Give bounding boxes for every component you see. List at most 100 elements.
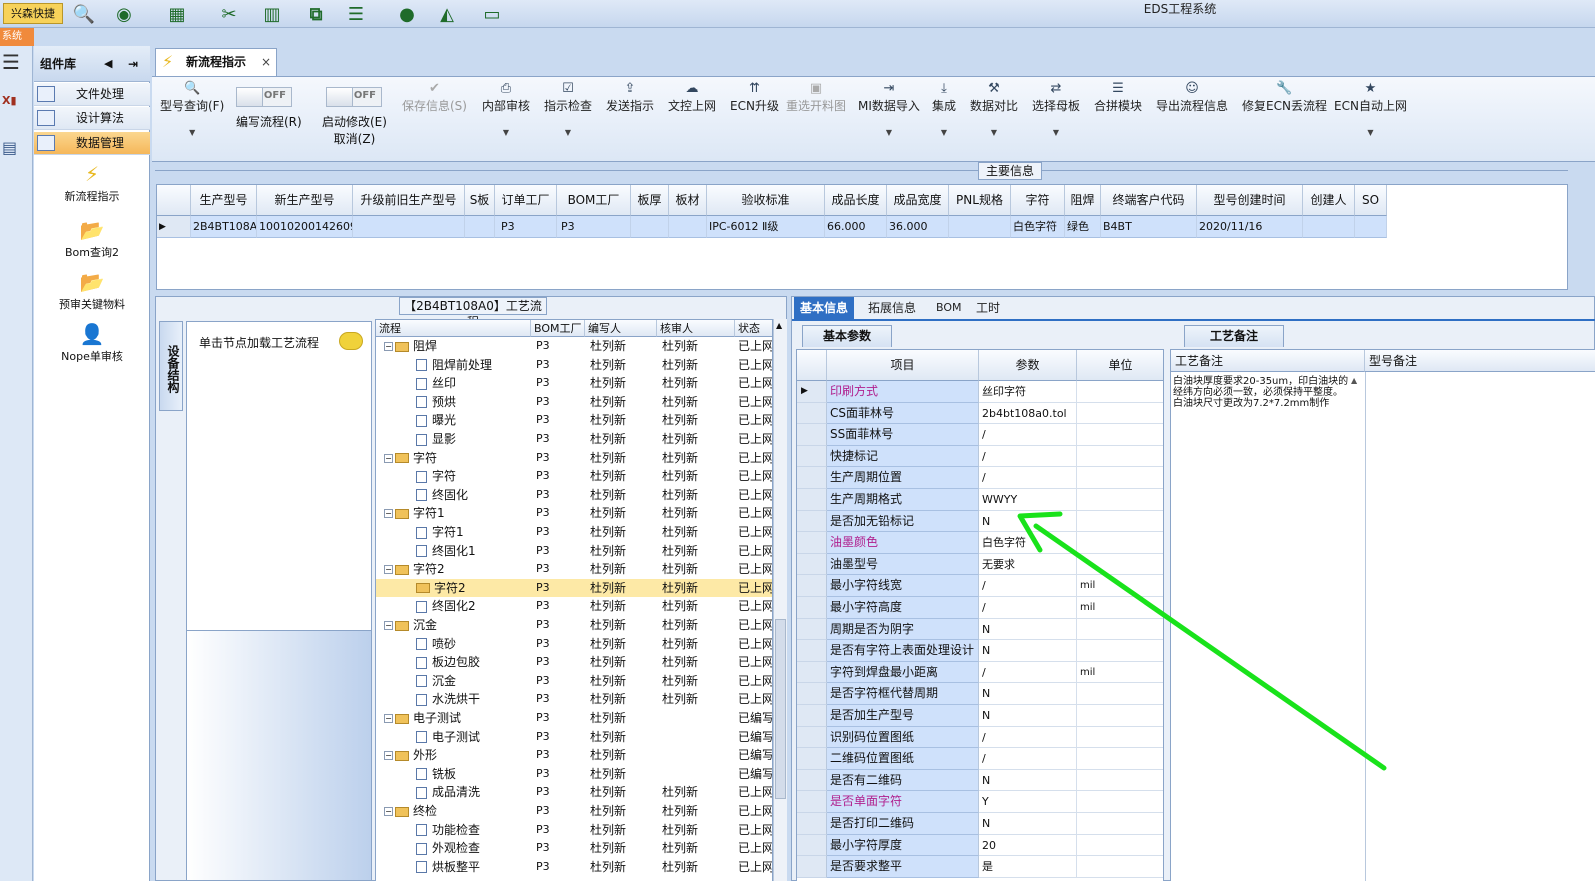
param-row[interactable]: 是否打印二维码 N bbox=[797, 813, 1163, 835]
edit-flow-toggle[interactable]: OFF 编写流程(R) bbox=[236, 87, 302, 130]
param-row[interactable]: ▶ 印刷方式 丝印字符 bbox=[797, 381, 1163, 403]
param-row[interactable]: 生产周期位置 / bbox=[797, 467, 1163, 489]
param-row[interactable]: 最小字符线宽 / mil bbox=[797, 575, 1163, 597]
row-header[interactable] bbox=[797, 575, 827, 597]
tree-row[interactable]: 阻焊前处理 P3 杜列新 杜列新 已上网 bbox=[376, 356, 772, 375]
param-row[interactable]: SS面菲林号 / bbox=[797, 424, 1163, 446]
tree-row[interactable]: 曝光 P3 杜列新 杜列新 已上网 bbox=[376, 411, 772, 430]
column-header[interactable]: 板材 bbox=[669, 185, 707, 216]
tree-node-name[interactable]: 电子测试 bbox=[376, 728, 531, 746]
param-value[interactable]: 是 bbox=[979, 856, 1077, 878]
param-value[interactable]: Y bbox=[979, 791, 1077, 813]
dropdown-arrow-icon[interactable]: ▼ bbox=[482, 128, 530, 137]
param-row[interactable]: 生产周期格式 WWYY bbox=[797, 489, 1163, 511]
param-value[interactable]: 2b4bt108a0.tol bbox=[979, 402, 1077, 425]
nav-new-flow-instruction[interactable]: ⚡ 新流程指示 bbox=[34, 160, 150, 204]
model-query-button[interactable]: 🔍 型号查询(F) ▼ bbox=[160, 81, 224, 137]
table-cell[interactable] bbox=[353, 216, 465, 238]
tab-process-notes[interactable]: 工艺备注 bbox=[1184, 325, 1284, 347]
tree-row[interactable]: − 阻焊 P3 杜列新 杜列新 已上网 bbox=[376, 337, 772, 356]
row-header[interactable] bbox=[797, 813, 827, 835]
param-value[interactable]: N bbox=[979, 769, 1077, 792]
column-header[interactable]: 板厚 bbox=[631, 185, 669, 216]
row-header[interactable] bbox=[797, 683, 827, 705]
dropdown-arrow-icon[interactable]: ▼ bbox=[858, 128, 920, 137]
column-header[interactable]: 参数 bbox=[979, 350, 1077, 381]
column-header[interactable]: 字符 bbox=[1011, 185, 1065, 216]
column-header[interactable]: S板 bbox=[465, 185, 495, 216]
collapse-icon[interactable]: − bbox=[384, 807, 393, 816]
tree-row[interactable]: − 电子测试 P3 杜列新 已编写 bbox=[376, 709, 772, 728]
nav-item-file-processing[interactable]: 文件处理 bbox=[34, 83, 150, 106]
row-header[interactable] bbox=[797, 489, 827, 511]
table-cell[interactable]: 66.000 bbox=[825, 216, 887, 238]
table-cell[interactable] bbox=[669, 216, 707, 238]
param-value[interactable]: / bbox=[979, 661, 1077, 684]
param-value[interactable]: N bbox=[979, 705, 1077, 727]
row-header[interactable] bbox=[797, 834, 827, 857]
send-instruction-button[interactable]: ⇪ 发送指示 bbox=[606, 81, 654, 114]
param-row[interactable]: 是否单面字符 Y bbox=[797, 791, 1163, 813]
scroll-up-icon[interactable]: ▲ bbox=[776, 321, 782, 330]
cancel-label[interactable]: 取消(Z) bbox=[322, 130, 387, 147]
table-cell[interactable]: 36.000 bbox=[887, 216, 949, 238]
column-header[interactable]: 终端客户代码 bbox=[1101, 185, 1197, 216]
tree-node-name[interactable]: 丝印 bbox=[376, 374, 531, 392]
column-header[interactable]: PNL规格 bbox=[949, 185, 1011, 216]
tree-row[interactable]: 电子测试 P3 杜列新 已编写 bbox=[376, 728, 772, 747]
row-header[interactable] bbox=[797, 445, 827, 468]
table-cell[interactable] bbox=[1303, 216, 1355, 238]
grid-icon[interactable]: ▦ bbox=[163, 2, 191, 26]
dropdown-arrow-icon[interactable]: ▼ bbox=[932, 128, 956, 137]
column-header[interactable]: 流程 bbox=[376, 320, 531, 337]
column-header[interactable]: 核审人 bbox=[657, 320, 735, 337]
param-value[interactable]: / bbox=[979, 597, 1077, 619]
tree-row[interactable]: 成品清洗 P3 杜列新 杜列新 已上网 bbox=[376, 783, 772, 802]
tab-bom[interactable]: BOM bbox=[930, 297, 968, 319]
table-cell[interactable]: 绿色 bbox=[1065, 216, 1101, 238]
tree-node-name[interactable]: 铣板 bbox=[376, 765, 531, 783]
table-cell[interactable]: P3 bbox=[557, 216, 631, 238]
save-info-button[interactable]: ✔ 保存信息(S) bbox=[402, 81, 467, 114]
row-header[interactable] bbox=[797, 424, 827, 446]
tree-row[interactable]: − 字符2 P3 杜列新 杜列新 已上网 bbox=[376, 560, 772, 579]
param-row[interactable]: 油墨颜色 白色字符 bbox=[797, 532, 1163, 554]
mi-data-import-button[interactable]: ⇥ MI数据导入 ▼ bbox=[858, 81, 920, 137]
reselect-cutting-drawing-button[interactable]: ▣ 重选开料图 bbox=[786, 81, 846, 114]
dock-icon[interactable]: ⇥ bbox=[128, 46, 138, 82]
row-header[interactable] bbox=[797, 402, 827, 425]
chart-icon[interactable]: ◭ bbox=[433, 2, 461, 26]
param-row[interactable]: 是否有字符上表面处理设计 N bbox=[797, 640, 1163, 662]
user-icon[interactable]: ● bbox=[393, 2, 421, 26]
collapse-icon[interactable]: − bbox=[384, 714, 393, 723]
tree-node-name[interactable]: − 终检 bbox=[376, 802, 531, 820]
merge-module-button[interactable]: ☰ 合拼模块 bbox=[1094, 81, 1142, 114]
param-value[interactable]: N bbox=[979, 510, 1077, 533]
param-value[interactable]: / bbox=[979, 748, 1077, 770]
tree-row[interactable]: − 终检 P3 杜列新 杜列新 已上网 bbox=[376, 802, 772, 821]
row-header[interactable] bbox=[797, 597, 827, 619]
param-value[interactable]: / bbox=[979, 445, 1077, 468]
tree-node-name[interactable]: 字符1 bbox=[376, 523, 531, 541]
param-value[interactable]: 丝印字符 bbox=[979, 381, 1077, 403]
row-header[interactable] bbox=[797, 791, 827, 813]
column-header[interactable]: 生产型号 bbox=[191, 185, 257, 216]
param-row[interactable]: 最小字符高度 / mil bbox=[797, 597, 1163, 619]
calculator-icon[interactable]: ▤ bbox=[2, 138, 30, 166]
tree-node-name[interactable]: − 电子测试 bbox=[376, 709, 531, 727]
param-row[interactable]: 字符到焊盘最小距离 / mil bbox=[797, 661, 1163, 684]
tab-new-flow-instruction[interactable]: ⚡ 新流程指示 × bbox=[155, 48, 277, 76]
tree-node-name[interactable]: 水洗烘干 bbox=[376, 690, 531, 708]
dropdown-arrow-icon[interactable]: ▼ bbox=[1334, 128, 1407, 137]
process-note-text[interactable]: 白油块厚度要求20-35um，印白油块的经纬方向必须一致，必须保持平整度。白油块… bbox=[1173, 376, 1349, 409]
tree-node-name[interactable]: − 字符2 bbox=[376, 560, 531, 578]
close-icon[interactable]: × bbox=[261, 49, 271, 75]
tree-node-name[interactable]: − 字符 bbox=[376, 449, 531, 467]
column-header[interactable]: 订单工厂 bbox=[495, 185, 557, 216]
table-cell[interactable] bbox=[1355, 216, 1387, 238]
tree-node-name[interactable]: 板边包胶 bbox=[376, 653, 531, 671]
param-value[interactable]: 20 bbox=[979, 834, 1077, 857]
tree-row[interactable]: 水洗烘干 P3 杜列新 杜列新 已上网 bbox=[376, 690, 772, 709]
column-header[interactable]: 单位 bbox=[1077, 350, 1163, 381]
nav-pre-review-materials[interactable]: 📂 预审关键物料 bbox=[34, 268, 150, 312]
